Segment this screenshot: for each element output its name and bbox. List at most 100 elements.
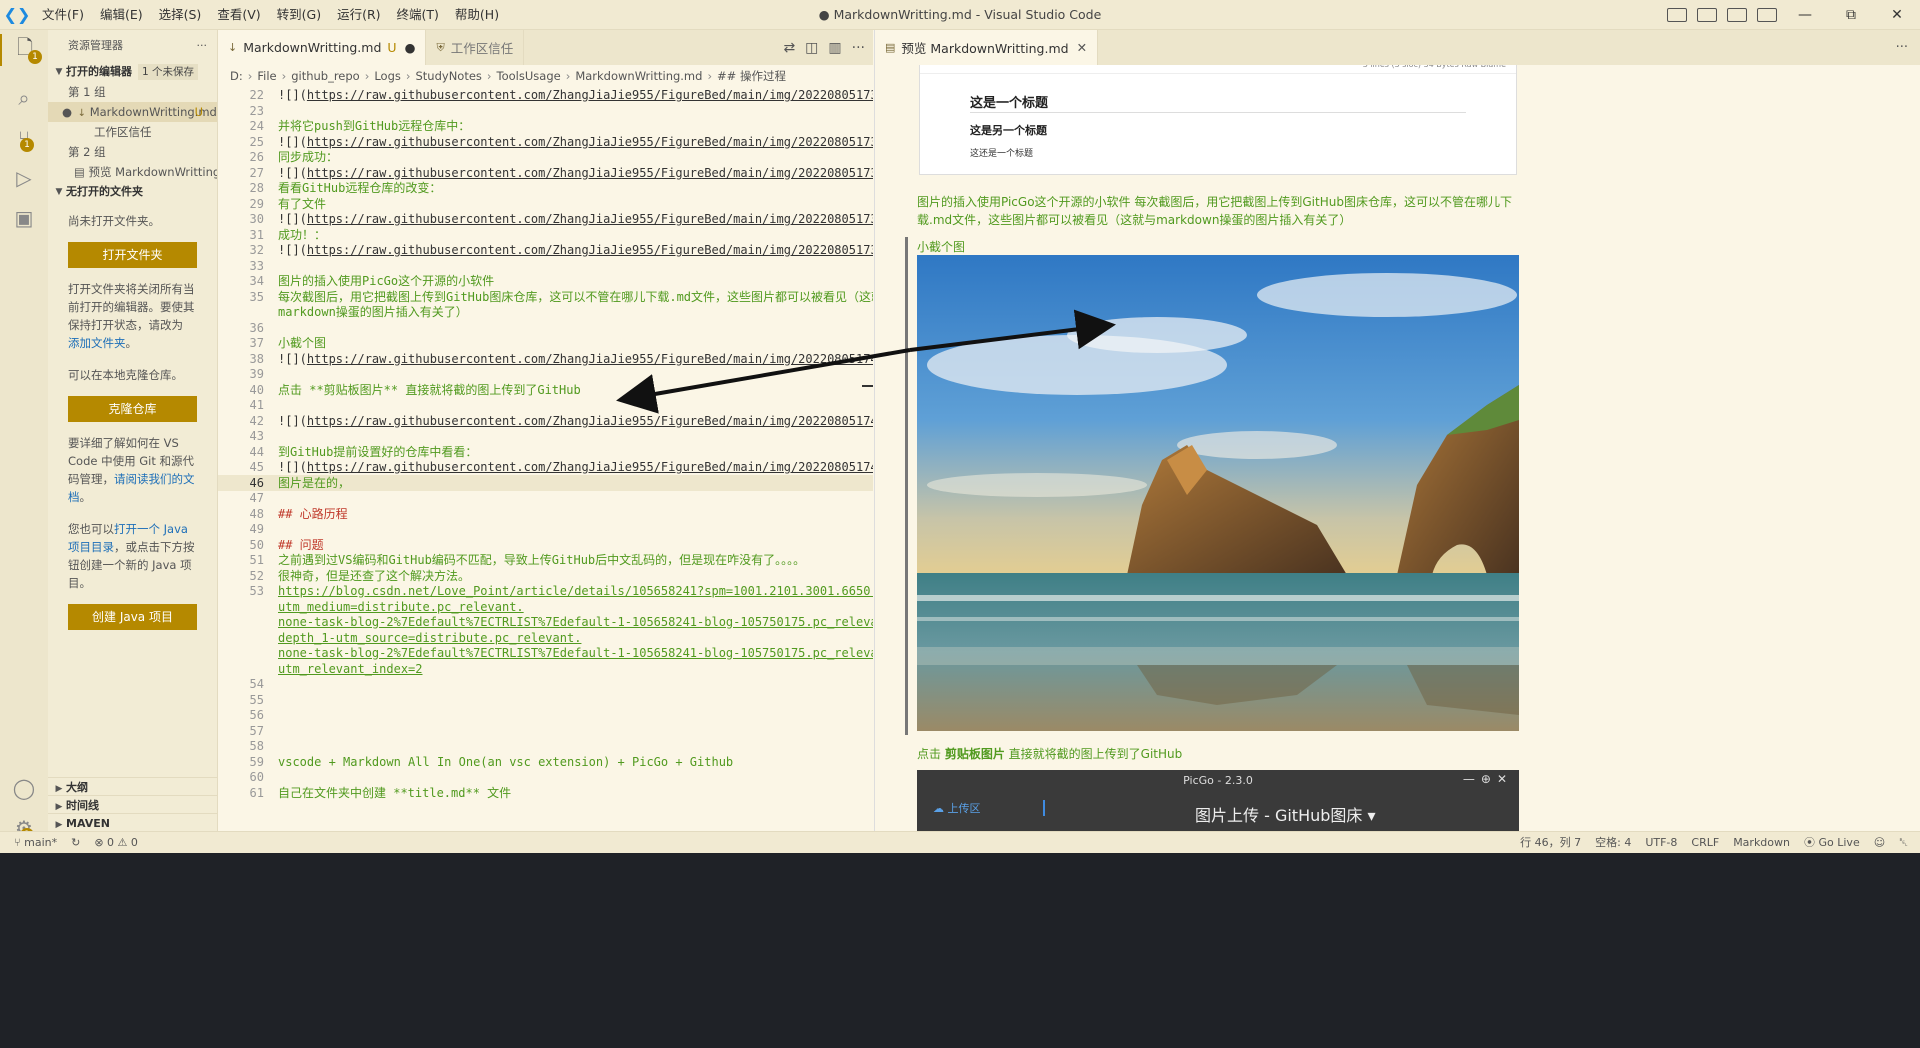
code-line[interactable]: 39	[218, 366, 873, 382]
feedback-icon[interactable]: ☺	[1874, 832, 1885, 854]
search-icon[interactable]: ⌕	[8, 82, 40, 114]
code-line[interactable]: 49	[218, 521, 873, 537]
dirty-dot-icon[interactable]: ●	[62, 102, 74, 122]
open-editors-section[interactable]: ▼ 打开的编辑器 1 个未保存	[48, 62, 217, 82]
editor-scrollbar-marker[interactable]	[862, 385, 873, 387]
go-live-button[interactable]: ⦿ Go Live	[1804, 832, 1860, 854]
menu-item-5[interactable]: 运行(R)	[329, 0, 388, 30]
code-line[interactable]: 30 ![](https://raw.githubusercontent.com/…	[218, 211, 873, 227]
code-line[interactable]: 31 成功！：	[218, 227, 873, 243]
vscode-logo-icon[interactable]: ❮❯	[0, 0, 34, 30]
no-folder-section[interactable]: ▼ 无打开的文件夹	[48, 182, 217, 202]
tab-workspace-trust[interactable]: ⛨ 工作区信任	[426, 30, 525, 65]
breadcrumb-item[interactable]: D:	[230, 69, 243, 83]
code-line[interactable]: 28 看看GitHub远程仓库的改变：	[218, 180, 873, 196]
open-folder-button[interactable]: 打开文件夹	[68, 242, 197, 268]
encoding-status[interactable]: UTF-8	[1645, 832, 1677, 854]
breadcrumb-item[interactable]: StudyNotes	[416, 69, 482, 83]
code-line[interactable]: 56	[218, 707, 873, 723]
breadcrumb-item[interactable]: ## 操作过程	[717, 69, 786, 83]
outline-section[interactable]: ▶ 大纲	[48, 777, 218, 797]
toggle-panel-icon[interactable]	[1697, 8, 1717, 22]
code-line[interactable]: 34 图片的插入使用PicGo这个开源的小软件	[218, 273, 873, 289]
group-1-label[interactable]: 第 1 组	[48, 82, 217, 102]
add-folder-link[interactable]: 添加文件夹	[68, 336, 126, 350]
split-editor-icon[interactable]: ▥	[828, 40, 841, 56]
code-line[interactable]: 23	[218, 103, 873, 119]
code-line[interactable]: 53 https://blog.csdn.net/Love_Point/artic…	[218, 583, 873, 599]
code-line[interactable]: 40 点击 **剪贴板图片** 直接就将截的图上传到了GitHub	[218, 382, 873, 398]
toggle-sidebar-icon[interactable]	[1667, 8, 1687, 22]
menu-item-7[interactable]: 帮助(H)	[447, 0, 507, 30]
extensions-icon[interactable]: ▣	[8, 202, 40, 234]
code-line[interactable]: 45 ![](https://raw.githubusercontent.com/…	[218, 459, 873, 475]
code-line[interactable]: markdown操蛋的图片插入有关了）	[218, 304, 873, 320]
open-editor-preview[interactable]: ▤ 预览 MarkdownWritting.md	[48, 162, 217, 182]
toggle-secondary-sidebar-icon[interactable]	[1727, 8, 1747, 22]
menu-item-6[interactable]: 终端(T)	[389, 0, 447, 30]
code-line[interactable]: none-task-blog-2%7Edefault%7ECTRLIST%7Ed…	[218, 614, 873, 630]
sync-icon[interactable]: ↻	[71, 832, 80, 854]
source-control-icon[interactable]: ⑂1	[8, 122, 40, 154]
code-line[interactable]: 59 vscode + Markdown All In One(an vsc ex…	[218, 754, 873, 770]
minimize-button[interactable]: —	[1782, 0, 1828, 30]
indentation-status[interactable]: 空格: 4	[1595, 832, 1631, 854]
code-line[interactable]: 22 ![](https://raw.githubusercontent.com/…	[218, 87, 873, 103]
close-tab-icon[interactable]: ✕	[1077, 40, 1087, 55]
tab-markdown-file[interactable]: ↓ MarkdownWritting.md U ●	[218, 30, 427, 65]
tab-preview[interactable]: ▤ 预览 MarkdownWritting.md ✕	[875, 30, 1099, 65]
menu-item-2[interactable]: 选择(S)	[151, 0, 210, 30]
cursor-position[interactable]: 行 46，列 7	[1520, 832, 1581, 854]
code-editor[interactable]: 22 ![](https://raw.githubusercontent.com/…	[218, 87, 873, 831]
code-line[interactable]: 43	[218, 428, 873, 444]
code-line[interactable]: 37 小截个图	[218, 335, 873, 351]
account-icon[interactable]: ◯	[8, 772, 40, 804]
code-line[interactable]: 25 ![](https://raw.githubusercontent.com/…	[218, 134, 873, 150]
explorer-icon[interactable]: 🗋 1	[0, 34, 48, 66]
timeline-section[interactable]: ▶ 时间线	[48, 795, 218, 815]
code-line[interactable]: utm_relevant_index=2	[218, 661, 873, 677]
code-line[interactable]: 24 并将它push到GitHub远程仓库中：	[218, 118, 873, 134]
open-editor-markdown[interactable]: ● ↓ MarkdownWritting.md U	[48, 102, 217, 122]
code-line[interactable]: 61 自己在文件夹中创建 **title.md** 文件	[218, 785, 873, 801]
code-line[interactable]: 36	[218, 320, 873, 336]
dirty-dot-icon[interactable]: ●	[405, 40, 416, 55]
problems-status[interactable]: ⊗ 0 ⚠ 0	[94, 832, 138, 854]
menu-item-0[interactable]: 文件(F)	[34, 0, 92, 30]
eol-status[interactable]: CRLF	[1691, 832, 1719, 854]
code-line[interactable]: 29 有了文件	[218, 196, 873, 212]
menu-item-1[interactable]: 编辑(E)	[92, 0, 151, 30]
code-line[interactable]: 38 ![](https://raw.githubusercontent.com/…	[218, 351, 873, 367]
restore-button[interactable]: ⧉	[1828, 0, 1874, 30]
code-line[interactable]: 52 很神奇，但是还查了这个解决方法。	[218, 568, 873, 584]
code-line[interactable]: 50 ## 问题	[218, 537, 873, 553]
code-line[interactable]: 33	[218, 258, 873, 274]
code-line[interactable]: 32 ![](https://raw.githubusercontent.com/…	[218, 242, 873, 258]
group-2-label[interactable]: 第 2 组	[48, 142, 217, 162]
clone-repo-button[interactable]: 克隆仓库	[68, 396, 197, 422]
code-line[interactable]: 51 之前遇到过VS编码和GitHub编码不匹配，导致上传GitHub后中文乱码的…	[218, 552, 873, 568]
run-debug-icon[interactable]: ▷	[8, 162, 40, 194]
maven-section[interactable]: ▶ MAVEN	[48, 813, 218, 833]
more-actions-icon[interactable]: ···	[1896, 30, 1908, 65]
more-actions-icon[interactable]: ···	[197, 30, 208, 62]
breadcrumb-item[interactable]: github_repo	[291, 69, 360, 83]
code-line[interactable]: 54	[218, 676, 873, 692]
code-line[interactable]: none-task-blog-2%7Edefault%7ECTRLIST%7Ed…	[218, 645, 873, 661]
open-changes-icon[interactable]: ⇄	[783, 40, 795, 56]
markdown-preview[interactable]: 3 lines (3 sloc) 34 Bytes Raw Blame 这是一个…	[874, 65, 1920, 831]
code-line[interactable]: 35 每次截图后，用它把截图上传到GitHub图床仓库，这可以不管在哪儿下载.md…	[218, 289, 873, 305]
open-preview-to-side-icon[interactable]: ◫	[805, 40, 818, 56]
code-line[interactable]: 26 同步成功：	[218, 149, 873, 165]
code-line[interactable]: 60	[218, 769, 873, 785]
language-mode[interactable]: Markdown	[1733, 832, 1790, 854]
close-button[interactable]: ✕	[1874, 0, 1920, 30]
code-line[interactable]: 55	[218, 692, 873, 708]
code-line[interactable]: 42 ![](https://raw.githubusercontent.com/…	[218, 413, 873, 429]
notifications-bell-icon[interactable]: ␇	[1899, 832, 1908, 854]
menu-item-3[interactable]: 查看(V)	[209, 0, 268, 30]
more-actions-icon[interactable]: ···	[852, 40, 865, 56]
breadcrumb-item[interactable]: ToolsUsage	[497, 69, 561, 83]
breadcrumb-item[interactable]: MarkdownWritting.md	[575, 69, 702, 83]
code-line[interactable]: 58	[218, 738, 873, 754]
